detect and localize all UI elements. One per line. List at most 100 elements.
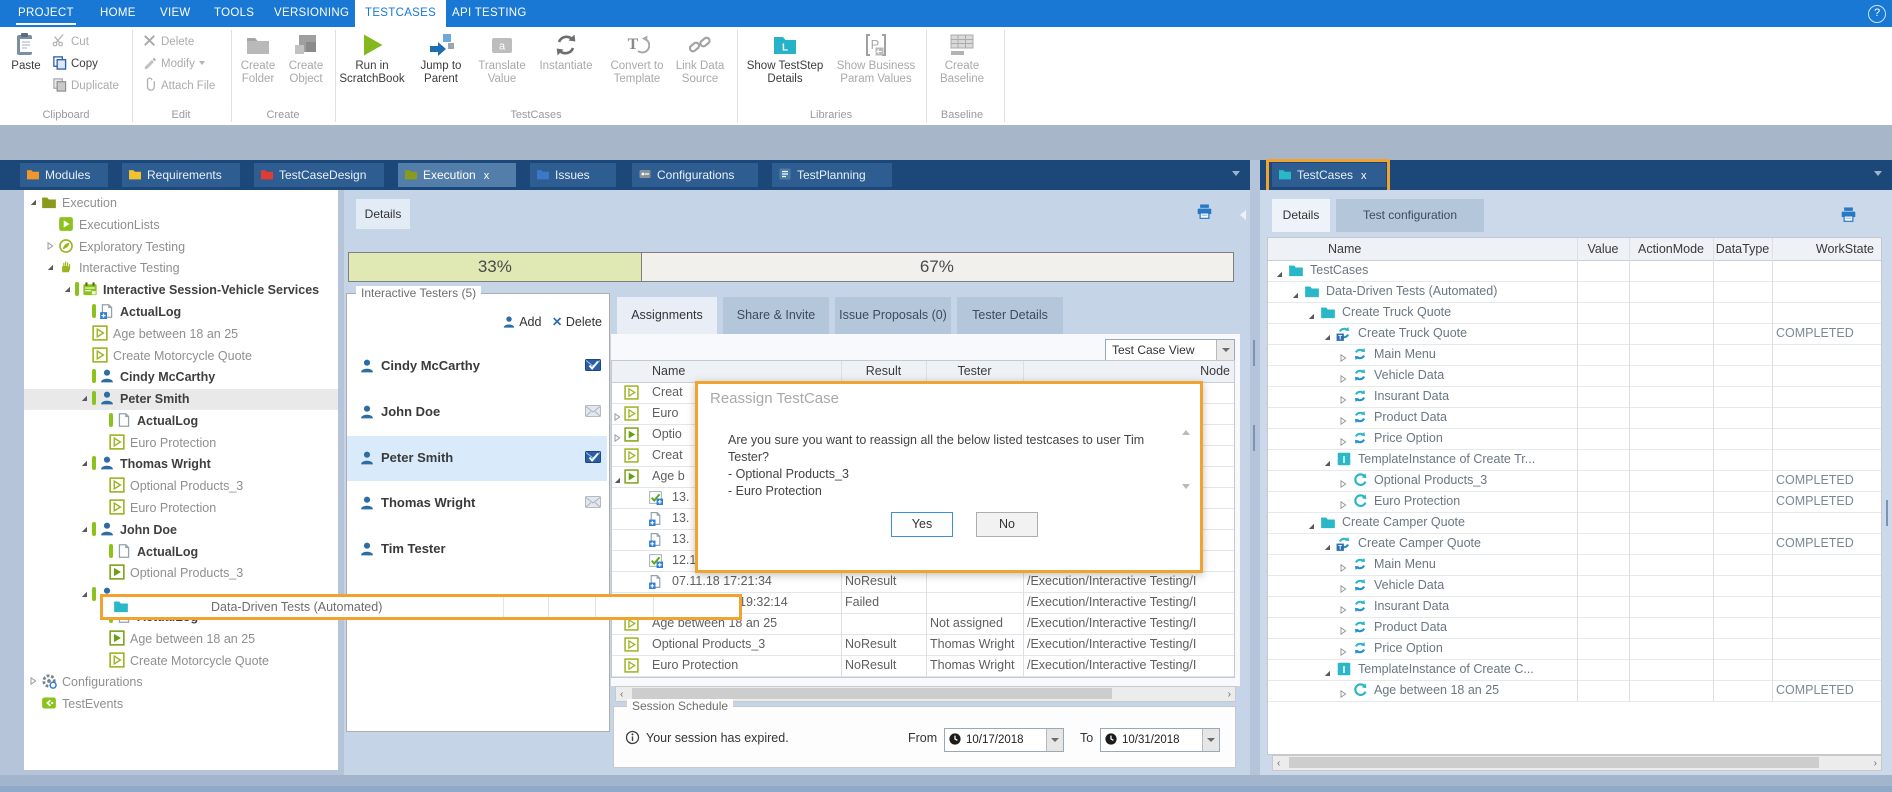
tester-item-cindy-mccarthy[interactable]: Cindy McCarthy: [347, 344, 607, 389]
caret-collapsed-icon[interactable]: [1338, 559, 1348, 569]
delete-button[interactable]: Delete: [142, 33, 194, 50]
testcase-row-price-option[interactable]: Price Option: [1268, 428, 1881, 450]
no-button[interactable]: No: [976, 512, 1038, 537]
testcase-row-main-menu[interactable]: Main Menu: [1268, 554, 1881, 576]
testcase-row-age-between-18-an-25[interactable]: Age between 18 an 25COMPLETED: [1268, 680, 1881, 702]
doc-tab-modules[interactable]: Modules: [20, 163, 108, 187]
col-actionmode[interactable]: ActionMode: [1629, 238, 1713, 259]
ribbon-tab-api-testing[interactable]: API TESTING: [442, 0, 537, 27]
caret-collapsed-icon[interactable]: [1338, 391, 1348, 401]
ribbon-tab-view[interactable]: VIEW: [150, 0, 201, 27]
caret-collapsed-icon[interactable]: [1338, 580, 1348, 590]
tree-item-actuallog[interactable]: ActualLog: [24, 411, 338, 432]
testcase-row-vehicle-data[interactable]: Vehicle Data: [1268, 575, 1881, 597]
col-name[interactable]: Name: [652, 361, 802, 382]
testcase-row-create-camper-quote[interactable]: TCreate Camper QuoteCOMPLETED: [1268, 533, 1881, 555]
tree-item-exploratory-testing[interactable]: Exploratory Testing: [24, 237, 338, 258]
copy-button[interactable]: Copy: [52, 55, 98, 72]
create-baseline-button[interactable]: Create Baseline: [934, 30, 990, 86]
testcase-row-create-truck-quote[interactable]: Create Truck Quote: [1268, 302, 1881, 324]
caret-collapsed-icon[interactable]: [1338, 475, 1348, 485]
caret-collapsed-icon[interactable]: [1338, 349, 1348, 359]
col-workstate[interactable]: WorkState: [1768, 238, 1874, 259]
caret-collapsed-icon[interactable]: [1338, 643, 1348, 653]
run-in-scratchbook-button[interactable]: Run in ScratchBook: [336, 30, 408, 86]
col-name[interactable]: Name: [1328, 238, 1518, 259]
doc-tab-requirements[interactable]: Requirements: [122, 163, 240, 187]
tree-item-cindy-mccarthy[interactable]: Cindy McCarthy: [24, 367, 338, 388]
col-datatype[interactable]: DataType: [1713, 238, 1772, 259]
testcase-row-insurant-data[interactable]: Insurant Data: [1268, 386, 1881, 408]
caret-collapsed-icon[interactable]: [1338, 370, 1348, 380]
caret-expanded-icon[interactable]: [1322, 538, 1332, 548]
testcase-row-templateinstance-of-create-tr[interactable]: ITemplateInstance of Create Tr...: [1268, 449, 1881, 471]
tree-item-optional-products-3[interactable]: Optional Products_3: [24, 563, 338, 584]
caret-collapsed-icon[interactable]: [1338, 496, 1348, 506]
testcase-row-create-camper-quote[interactable]: Create Camper Quote: [1268, 512, 1881, 534]
caret-expanded-icon[interactable]: [28, 193, 41, 203]
horizontal-scrollbar-right[interactable]: ‹ ›: [1272, 755, 1882, 771]
caret-expanded-icon[interactable]: [1322, 664, 1332, 674]
caret-collapsed-icon[interactable]: [1338, 601, 1348, 611]
scroll-right-icon[interactable]: ›: [1874, 759, 1877, 768]
ribbon-tab-versioning[interactable]: VERSIONING: [264, 0, 359, 27]
caret-expanded-icon[interactable]: [1306, 517, 1316, 527]
tree-item-actuallog[interactable]: ActualLog: [24, 302, 338, 323]
col-result[interactable]: Result: [841, 361, 926, 382]
caret-expanded-icon[interactable]: [1274, 265, 1284, 275]
scroll-up-icon[interactable]: [1182, 430, 1190, 435]
caret-collapsed-icon[interactable]: [1338, 685, 1348, 695]
tab-test-configuration[interactable]: Test configuration: [1336, 199, 1484, 232]
tab-details-right[interactable]: Details: [1272, 199, 1330, 232]
testcase-row-insurant-data[interactable]: Insurant Data: [1268, 596, 1881, 618]
tab-issue-proposals[interactable]: Issue Proposals (0): [835, 297, 951, 334]
scroll-left-icon[interactable]: ‹: [620, 690, 623, 699]
chevron-down-icon[interactable]: [1216, 340, 1234, 360]
tester-item-peter-smith[interactable]: Peter Smith: [347, 436, 607, 481]
tree-item-age-between-18-an-25[interactable]: Age between 18 an 25: [24, 324, 338, 345]
tab-details-middle[interactable]: Details: [356, 199, 410, 229]
translate-value-button[interactable]: a Translate Value: [474, 30, 530, 86]
caret-collapsed-icon[interactable]: [1338, 622, 1348, 632]
close-icon[interactable]: x: [484, 170, 490, 182]
testcase-row-product-data[interactable]: Product Data: [1268, 617, 1881, 639]
attach-file-button[interactable]: Attach File: [142, 77, 215, 94]
jump-to-parent-button[interactable]: Jump to Parent: [412, 30, 470, 86]
chevron-down-icon[interactable]: [1232, 171, 1240, 176]
testcase-row-product-data[interactable]: Product Data: [1268, 407, 1881, 429]
doc-tab-testplanning[interactable]: TestPlanning: [772, 163, 892, 187]
col-value[interactable]: Value: [1577, 238, 1629, 259]
modify-button[interactable]: Modify: [142, 55, 205, 72]
instantiate-button[interactable]: Instantiate: [534, 30, 598, 73]
caret-expanded-icon[interactable]: [1322, 328, 1332, 338]
tester-item-john-doe[interactable]: John Doe: [347, 390, 607, 435]
ribbon-tab-home[interactable]: HOME: [90, 0, 146, 27]
tree-item-configurations[interactable]: Configurations: [24, 672, 338, 693]
tree-item-john-doe[interactable]: John Doe: [24, 520, 338, 541]
tab-share-invite[interactable]: Share & Invite: [723, 297, 829, 334]
scrollbar-thumb[interactable]: [632, 688, 1112, 699]
mail-checked-icon[interactable]: [585, 451, 601, 463]
testcase-row-main-menu[interactable]: Main Menu: [1268, 344, 1881, 366]
mail-checked-icon[interactable]: [585, 359, 601, 371]
testcase-row-create-truck-quote[interactable]: TCreate Truck QuoteCOMPLETED: [1268, 323, 1881, 345]
col-node[interactable]: Node: [1152, 361, 1230, 382]
create-object-button[interactable]: Create Object: [284, 30, 328, 86]
ribbon-tab-project[interactable]: PROJECT: [8, 0, 84, 27]
caret-expanded-icon[interactable]: [1306, 307, 1316, 317]
tree-item-executionlists[interactable]: ExecutionLists: [24, 215, 338, 236]
doc-tab-issues[interactable]: Issues: [530, 163, 616, 187]
caret-collapsed-icon[interactable]: [612, 408, 622, 418]
caret-collapsed-icon[interactable]: [612, 429, 622, 439]
caret-expanded-icon[interactable]: [45, 258, 58, 268]
tree-item-testevents[interactable]: TestEvents: [24, 694, 338, 715]
tester-item-tim-tester[interactable]: Tim Tester: [347, 527, 607, 572]
show-teststep-details-button[interactable]: L Show TestStep Details: [742, 30, 828, 86]
doc-tab-testcasedesign[interactable]: TestCaseDesign: [254, 163, 384, 187]
cut-button[interactable]: Cut: [52, 33, 89, 50]
caret-expanded-icon[interactable]: [79, 585, 92, 595]
tree-item-age-between-18-an-25[interactable]: Age between 18 an 25: [24, 629, 338, 650]
caret-expanded-icon[interactable]: [612, 471, 622, 481]
show-business-param-values-button[interactable]: P Show Business Param Values: [832, 30, 920, 86]
assignment-row-optional-products-3[interactable]: Optional Products_3NoResultThomas Wright…: [612, 634, 1234, 656]
